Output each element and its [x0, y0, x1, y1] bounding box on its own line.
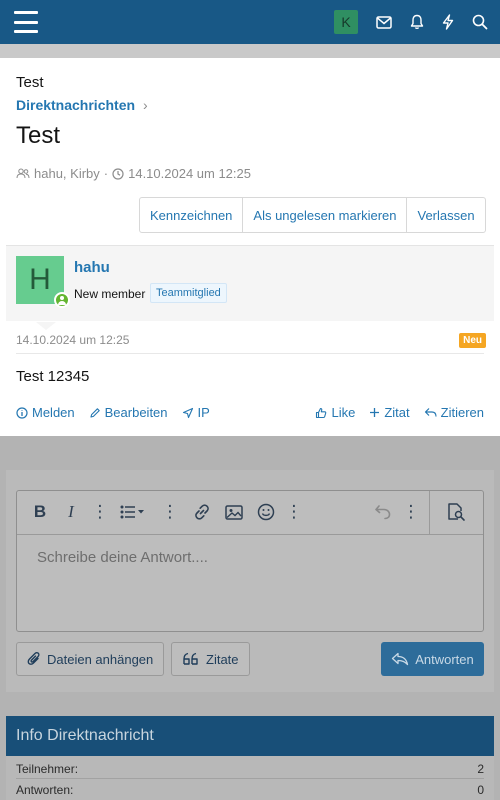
info-circle-icon — [16, 406, 28, 419]
report-link[interactable]: Melden — [16, 405, 75, 420]
meta-separator: · — [103, 166, 109, 181]
username[interactable]: hahu — [74, 259, 110, 276]
user-title: New member — [74, 287, 146, 301]
users-icon — [16, 168, 30, 179]
list-icon[interactable] — [117, 501, 149, 523]
mark-unread-button[interactable]: Als ungelesen markieren — [243, 198, 408, 232]
report-button[interactable]: Kennzeichnen — [140, 198, 244, 232]
plus-icon — [370, 408, 380, 417]
link-icon[interactable] — [191, 501, 213, 523]
more-vertical-icon[interactable]: ⋮ — [400, 501, 422, 523]
message-date[interactable]: 14.10.2024 um 12:25 — [16, 333, 129, 347]
page-title: Test — [16, 122, 61, 149]
reply-icon — [392, 652, 409, 666]
quote-reply-link[interactable]: Zitieren — [424, 405, 484, 420]
info-box-title: Info Direktnachricht — [6, 716, 494, 756]
editor-toolbar: B I ⋮ ⋮ ⋮ ⋮ — [17, 491, 483, 535]
preview-icon[interactable] — [445, 501, 467, 523]
toolbar-separator — [429, 491, 430, 535]
ip-link-label: IP — [197, 405, 210, 420]
divider — [16, 353, 484, 354]
image-icon[interactable] — [223, 501, 245, 523]
conversation-meta: hahu, Kirby · 14.10.2024 um 12:25 — [16, 166, 251, 181]
leave-button[interactable]: Verlassen — [407, 198, 484, 232]
reply-icon — [424, 408, 437, 417]
info-box: Teilnehmer: 2 Antworten: 0 — [6, 756, 494, 800]
reply-button[interactable]: Antworten — [381, 642, 484, 676]
breadcrumb-title: Test — [16, 74, 44, 91]
like-link[interactable]: Like — [315, 405, 355, 420]
online-status-icon — [54, 292, 70, 308]
participants[interactable]: hahu, Kirby — [34, 166, 100, 181]
envelope-icon[interactable] — [376, 15, 392, 29]
new-badge: Neu — [459, 333, 486, 348]
quotes-button[interactable]: Zitate — [171, 642, 250, 676]
breadcrumb-link[interactable]: Direktnachrichten — [16, 97, 135, 113]
conversation-panel: Test Direktnachrichten › Test hahu, Kirby… — [0, 58, 500, 436]
chevron-right-icon: › — [143, 97, 148, 113]
reply-label: Antworten — [415, 651, 474, 667]
quote-reply-link-label: Zitieren — [440, 405, 484, 420]
message-actions-left: Melden Bearbeiten IP — [16, 405, 210, 420]
thumbs-up-icon — [316, 407, 327, 418]
multi-quote-link-label: Zitat — [384, 405, 410, 420]
bold-icon[interactable]: B — [29, 501, 51, 523]
divider — [16, 778, 484, 779]
breadcrumb[interactable]: Direktnachrichten › — [16, 97, 148, 113]
search-icon[interactable] — [472, 14, 488, 30]
clock-icon — [112, 167, 124, 180]
reply-input[interactable]: Schreibe deine Antwort.... — [37, 549, 208, 566]
info-row-participants: Teilnehmer: 2 — [16, 762, 484, 776]
top-icons: K — [334, 0, 488, 44]
conversation-date: 14.10.2024 um 12:25 — [128, 166, 251, 181]
edit-link-label: Bearbeiten — [104, 405, 168, 420]
arrow-icon — [36, 322, 56, 330]
edit-link[interactable]: Bearbeiten — [89, 405, 168, 420]
more-vertical-icon[interactable]: ⋮ — [159, 501, 181, 523]
info-label: Teilnehmer: — [16, 762, 79, 776]
reply-editor[interactable]: B I ⋮ ⋮ ⋮ ⋮ Schreibe deine Antwort.... — [16, 490, 484, 632]
pencil-icon — [90, 407, 100, 418]
location-arrow-icon — [182, 407, 193, 418]
more-vertical-icon[interactable]: ⋮ — [283, 501, 305, 523]
info-value: 0 — [477, 783, 484, 797]
message-actions-right: Like Zitat Zitieren — [315, 405, 484, 420]
quotes-label: Zitate — [206, 651, 239, 667]
user-badge: Teammitglied — [150, 283, 227, 303]
info-value: 2 — [477, 762, 484, 776]
top-navigation-bar: K — [0, 0, 500, 44]
header-strip — [0, 44, 500, 58]
conversation-actions: Kennzeichnen Als ungelesen markieren Ver… — [139, 197, 486, 233]
menu-icon[interactable] — [14, 11, 38, 33]
undo-icon[interactable] — [372, 501, 394, 523]
info-label: Antworten: — [16, 783, 74, 797]
more-vertical-icon[interactable]: ⋮ — [89, 501, 111, 523]
like-link-label: Like — [331, 405, 356, 420]
attach-files-button[interactable]: Dateien anhängen — [16, 642, 165, 676]
message-user-header: H hahu New member Teammitglied — [6, 245, 494, 330]
info-row-replies: Antworten: 0 — [16, 783, 484, 797]
bolt-icon[interactable] — [442, 14, 454, 30]
dimmed-overlay: B I ⋮ ⋮ ⋮ ⋮ Schreibe deine Antwort.... D… — [0, 436, 500, 800]
bell-icon[interactable] — [410, 14, 424, 30]
user-avatar[interactable]: K — [334, 10, 358, 34]
attach-files-label: Dateien anhängen — [47, 651, 154, 667]
paperclip-icon — [27, 652, 40, 665]
smiley-icon[interactable] — [255, 501, 277, 523]
italic-icon[interactable]: I — [60, 501, 82, 523]
quote-icon — [183, 652, 198, 665]
report-link-label: Melden — [32, 405, 75, 420]
multi-quote-link[interactable]: Zitat — [369, 405, 410, 420]
message-body: Test 12345 — [16, 368, 90, 385]
ip-link[interactable]: IP — [182, 405, 210, 420]
